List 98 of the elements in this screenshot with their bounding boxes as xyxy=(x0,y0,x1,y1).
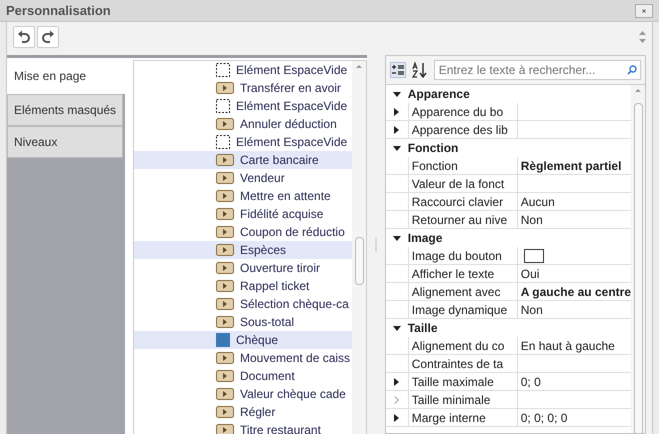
property-name: Fonction xyxy=(408,157,518,174)
list-item[interactable]: Mettre en attente xyxy=(134,187,352,205)
list-item[interactable]: Elément EspaceVide xyxy=(134,61,352,79)
list-item[interactable]: Sous-total xyxy=(134,313,352,331)
list-item[interactable]: Ouverture tiroir xyxy=(134,259,352,277)
list-item[interactable]: Chèque xyxy=(134,331,352,349)
list-item[interactable]: Vendeur xyxy=(134,169,352,187)
play-button-icon xyxy=(216,280,234,292)
collapse-arrow-icon[interactable] xyxy=(392,146,401,150)
expand-arrow-icon[interactable] xyxy=(394,414,400,422)
play-button-icon xyxy=(216,388,234,400)
property-name: Image du bouton xyxy=(408,247,518,264)
property-name: Afficher le texte xyxy=(408,265,518,282)
list-item[interactable]: Mouvement de caiss xyxy=(134,349,352,367)
property-value[interactable]: Règlement partiel xyxy=(518,157,631,174)
list-item[interactable]: Fidélité acquise xyxy=(134,205,352,223)
list-item[interactable]: Sélection chèque-ca xyxy=(134,295,352,313)
property-value[interactable]: Oui xyxy=(518,265,631,282)
play-button-icon xyxy=(216,190,234,202)
property-value[interactable]: Aucun xyxy=(518,193,631,210)
property-value[interactable]: A gauche au centre xyxy=(518,283,631,300)
play-button-icon xyxy=(216,118,234,130)
list-item[interactable]: Coupon de réductio xyxy=(134,223,352,241)
category-label: Image xyxy=(408,231,442,245)
property-value[interactable]: 0; 0 xyxy=(518,373,631,390)
undo-button[interactable] xyxy=(13,26,35,48)
window-title: Personnalisation xyxy=(6,3,111,18)
search-icon[interactable] xyxy=(627,65,637,75)
play-button-icon xyxy=(216,424,234,434)
scrollbar[interactable] xyxy=(631,85,645,433)
property-name: Image dynamique xyxy=(408,301,518,318)
property-name: Apparence du bo xyxy=(408,103,518,120)
collapse-arrow-icon[interactable] xyxy=(392,92,401,96)
list-item[interactable]: Elément EspaceVide xyxy=(134,97,352,115)
property-name: Contraintes de ta xyxy=(408,355,518,372)
play-button-icon xyxy=(216,352,234,364)
list-item[interactable]: Annuler déduction xyxy=(134,115,352,133)
play-button-icon xyxy=(216,244,234,256)
property-value[interactable]: En haut à gauche xyxy=(518,337,631,354)
list-item[interactable]: Espèces xyxy=(134,241,352,259)
dashed-square-icon xyxy=(216,99,230,113)
expand-arrow-icon[interactable] xyxy=(394,108,400,116)
property-name: Taille minimale xyxy=(408,391,518,408)
scrollbar[interactable] xyxy=(352,61,366,434)
property-name: Taille maximale xyxy=(408,373,518,390)
list-item[interactable]: Carte bancaire xyxy=(134,151,352,169)
property-name: Retourner au nive xyxy=(408,211,518,228)
redo-icon xyxy=(41,30,55,44)
category-label: Fonction xyxy=(408,141,458,155)
list-item[interactable]: Titre restaurant xyxy=(134,421,352,434)
play-button-icon xyxy=(216,298,234,310)
image-placeholder[interactable] xyxy=(524,249,544,263)
dashed-square-icon xyxy=(216,135,230,149)
play-button-icon xyxy=(216,406,234,418)
close-icon xyxy=(642,6,646,14)
property-value[interactable]: Non xyxy=(518,301,631,318)
property-name: Raccourci clavier xyxy=(408,193,518,210)
sort-alphabetical-icon[interactable] xyxy=(412,62,428,78)
search-field[interactable]: Entrez le texte à rechercher... xyxy=(434,60,641,80)
play-button-icon xyxy=(216,262,234,274)
splitter-grip-icon[interactable] xyxy=(374,238,377,252)
category-label: Apparence xyxy=(408,87,470,101)
play-button-icon xyxy=(216,226,234,238)
play-button-icon xyxy=(216,172,234,184)
category-label: Taille xyxy=(408,321,438,335)
property-name: Apparence des lib xyxy=(408,121,518,138)
property-name: Marge interne xyxy=(408,409,518,426)
list-item[interactable]: Elément EspaceVide xyxy=(134,133,352,151)
tab[interactable]: Eléments masqués xyxy=(7,94,123,126)
scroll-arrows-icon[interactable] xyxy=(639,30,646,44)
close-button[interactable] xyxy=(635,4,653,18)
scrollbar-thumb[interactable] xyxy=(354,237,364,285)
categorized-view-icon[interactable] xyxy=(390,62,406,78)
undo-icon xyxy=(17,30,31,44)
play-button-icon xyxy=(216,82,234,94)
list-item[interactable]: Valeur chèque cade xyxy=(134,385,352,403)
property-value[interactable]: Non xyxy=(518,211,631,228)
dashed-square-icon xyxy=(216,63,230,77)
property-value[interactable]: 0; 0; 0; 0 xyxy=(518,409,631,426)
play-button-icon xyxy=(216,208,234,220)
play-button-icon xyxy=(216,154,234,166)
tab[interactable]: Mise en page xyxy=(7,58,125,94)
expand-arrow-icon[interactable] xyxy=(394,126,400,134)
property-name: Valeur de la fonct xyxy=(408,175,518,192)
scrollbar-thumb[interactable] xyxy=(634,103,643,433)
list-item[interactable]: Régler xyxy=(134,403,352,421)
collapse-arrow-icon[interactable] xyxy=(392,236,401,240)
expand-arrow-icon[interactable] xyxy=(394,378,400,386)
property-name: Alignement avec xyxy=(408,283,518,300)
collapse-arrow-icon[interactable] xyxy=(392,326,401,330)
tab[interactable]: Niveaux xyxy=(7,126,123,158)
redo-button[interactable] xyxy=(37,26,59,48)
property-name: Alignement du co xyxy=(408,337,518,354)
list-item[interactable]: Document xyxy=(134,367,352,385)
play-button-icon xyxy=(216,316,234,328)
list-item[interactable]: Transférer en avoir xyxy=(134,79,352,97)
play-button-icon xyxy=(216,370,234,382)
list-item[interactable]: Rappel ticket xyxy=(134,277,352,295)
